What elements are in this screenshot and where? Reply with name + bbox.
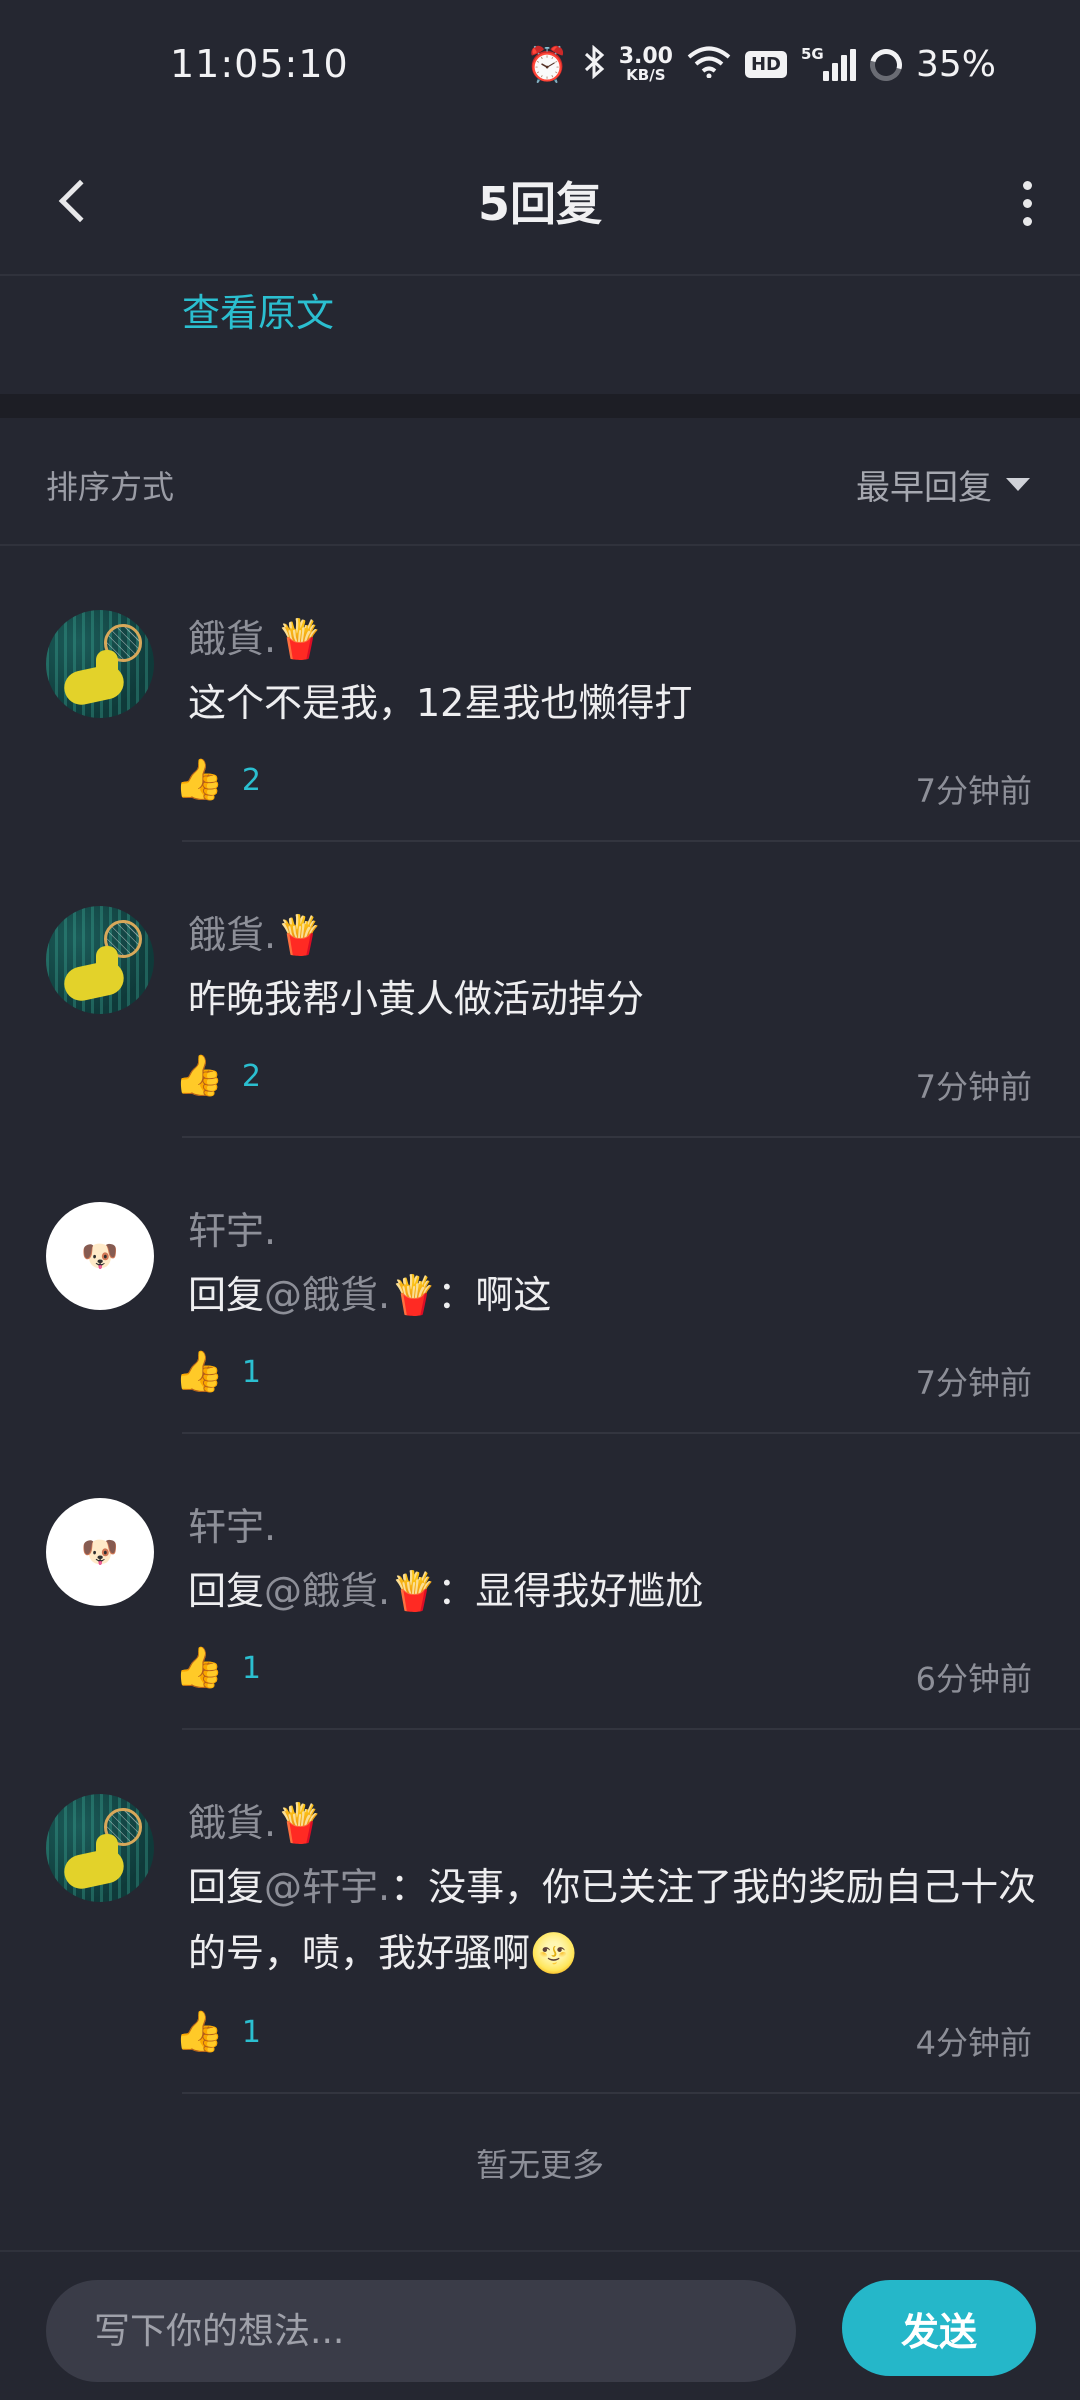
reply-input-bar: 发送 (0, 2250, 1080, 2400)
avatar[interactable]: 🐶 (46, 1498, 154, 1606)
dog-face-icon: 🐶 (81, 1238, 119, 1274)
comment-divider (182, 2092, 1080, 2094)
comment-time: 7分钟前 (915, 1068, 1032, 1106)
sort-row: 排序方式 最早回复 (0, 418, 1080, 546)
thumbs-up-icon: 👍 (174, 2009, 224, 2055)
comment-text: 昨晚我帮小黄人做活动掉分 (188, 977, 645, 1021)
header: 5回复 (0, 130, 1080, 276)
more-dot-icon (1022, 198, 1032, 208)
sort-value: 最早回复 (856, 468, 992, 508)
dog-face-icon: 🐶 (81, 1534, 119, 1570)
alarm-icon: ⏰ (526, 44, 569, 85)
like-count: 2 (241, 762, 261, 798)
sort-dropdown[interactable]: 最早回复 (856, 460, 1030, 509)
mention-link[interactable]: @餓貨.🍟 (264, 1569, 437, 1613)
send-button[interactable]: 发送 (842, 2280, 1036, 2376)
thumbs-up-icon: 👍 (174, 757, 224, 803)
reply-prefix: 回复 (188, 1273, 265, 1317)
reply-prefix: 回复 (188, 1569, 265, 1613)
avatar[interactable] (46, 906, 154, 1014)
comment-item: 🐶 轩宇. 回复@餓貨.🍟：显得我好尴尬 👍 1 6分钟前 (0, 1434, 1080, 1730)
battery-icon (864, 42, 908, 87)
status-icons: ⏰ 3.00 KB/S HD 5G 35% (526, 42, 996, 87)
like-button[interactable]: 👍 1 (174, 1352, 261, 1392)
comment-item: 🐶 轩宇. 回复@餓貨.🍟：啊这 👍 1 7分钟前 (0, 1138, 1080, 1434)
like-button[interactable]: 👍 2 (174, 760, 261, 800)
like-count: 1 (241, 1650, 261, 1686)
comment-username[interactable]: 餓貨.🍟 (188, 1792, 323, 1847)
no-more-label: 暂无更多 (475, 2146, 604, 2184)
reply-body: ：显得我好尴尬 (437, 1569, 704, 1613)
comment-text: 回复@轩宇.：没事，你已关注了我的奖励自己十次的号，啧，我好骚啊🌝 (188, 1854, 1038, 1986)
like-button[interactable]: 👍 1 (174, 1648, 261, 1688)
comment-text: 回复@餓貨.🍟：显得我好尴尬 (188, 1558, 1038, 1624)
signal-icon: 5G (801, 45, 856, 81)
comment-time: 7分钟前 (915, 1364, 1032, 1402)
comment-item: 餓貨.🍟 昨晚我帮小黄人做活动掉分 👍 2 7分钟前 (0, 842, 1080, 1138)
battery-percent: 35% (915, 44, 996, 85)
comment-item: 餓貨.🍟 这个不是我，12星我也懒得打 👍 2 7分钟前 (0, 546, 1080, 842)
net-speed-value: 3.00 (618, 44, 673, 69)
comment-time: 6分钟前 (915, 1660, 1032, 1698)
section-divider (0, 394, 1080, 418)
avatar[interactable]: 🐶 (46, 1202, 154, 1310)
comment-text: 回复@餓貨.🍟：啊这 (188, 1262, 1038, 1328)
sort-label: 排序方式 (46, 468, 175, 506)
status-bar: 11:05:10 ⏰ 3.00 KB/S HD 5G 35% (0, 0, 1080, 130)
avatar[interactable] (46, 1794, 154, 1902)
page-title: 5回复 (477, 177, 602, 231)
like-count: 2 (241, 1058, 261, 1094)
mention-link[interactable]: @轩宇. (264, 1865, 390, 1909)
comment-item: 餓貨.🍟 回复@轩宇.：没事，你已关注了我的奖励自己十次的号，啧，我好骚啊🌝 👍… (0, 1730, 1080, 2094)
thumbs-up-icon: 👍 (174, 1053, 224, 1099)
thumbs-up-icon: 👍 (174, 1645, 224, 1691)
comment-username[interactable]: 轩宇. (188, 1496, 276, 1551)
net-speed: 3.00 KB/S (619, 46, 673, 83)
network-type: 5G (800, 44, 824, 63)
comment-text: 这个不是我，12星我也懒得打 (188, 681, 693, 725)
like-button[interactable]: 👍 1 (174, 2012, 261, 2052)
comment-time: 7分钟前 (915, 772, 1032, 810)
thumbs-up-icon: 👍 (174, 1349, 224, 1395)
status-time: 11:05:10 (170, 42, 349, 86)
comment-username[interactable]: 餓貨.🍟 (188, 904, 323, 959)
reply-body: ：啊这 (437, 1273, 552, 1317)
wifi-icon (687, 46, 731, 84)
caret-down-icon (1006, 478, 1030, 491)
more-dot-icon (1022, 216, 1032, 226)
view-original-link[interactable]: 查看原文 (182, 282, 334, 337)
hd-badge: HD (744, 51, 787, 78)
more-options-button[interactable] (1002, 170, 1052, 236)
reply-prefix: 回复 (188, 1865, 265, 1909)
more-dot-icon (1022, 180, 1032, 190)
comment-input[interactable] (46, 2280, 796, 2382)
net-speed-unit: KB/S (626, 66, 666, 84)
comment-time: 4分钟前 (915, 2024, 1032, 2062)
like-count: 1 (241, 2014, 261, 2050)
avatar[interactable] (46, 610, 154, 718)
mention-link[interactable]: @餓貨.🍟 (264, 1273, 437, 1317)
like-count: 1 (241, 1354, 261, 1390)
bluetooth-icon (583, 44, 605, 85)
like-button[interactable]: 👍 2 (174, 1056, 261, 1096)
comment-username[interactable]: 餓貨.🍟 (188, 608, 323, 663)
comment-username[interactable]: 轩宇. (188, 1200, 276, 1255)
